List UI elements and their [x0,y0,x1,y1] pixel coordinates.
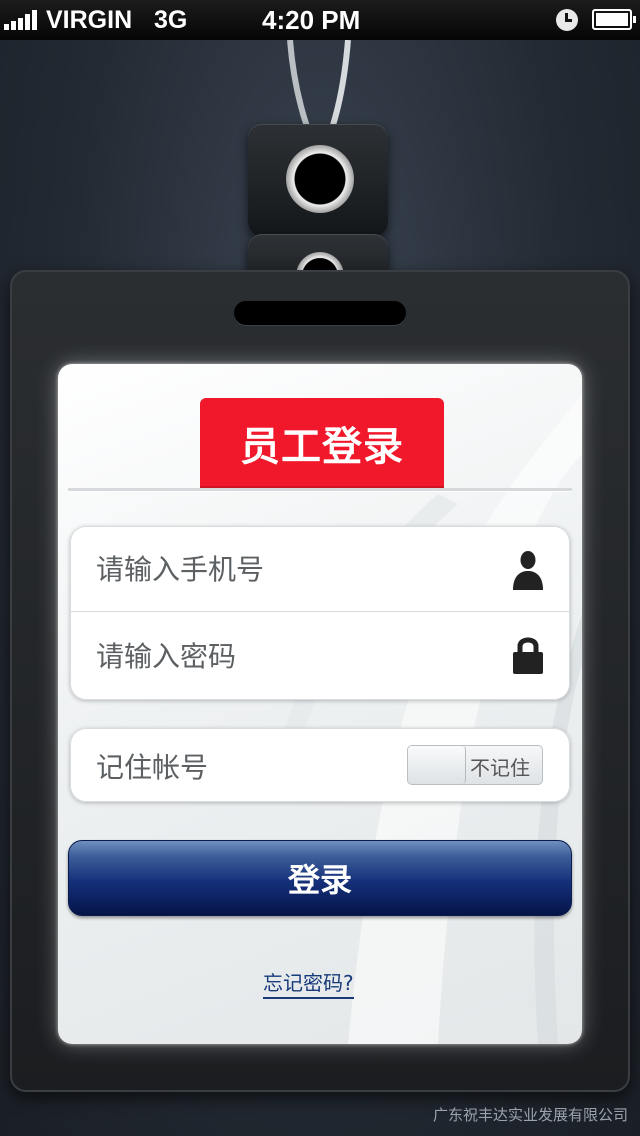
battery-icon [592,9,636,30]
phone-input[interactable] [96,544,496,594]
grommet-top [286,145,354,213]
login-button[interactable]: 登录 [68,840,572,916]
signal-strength-icon [4,10,42,30]
status-time: 4:20 PM [262,5,361,35]
status-bar: VIRGIN 3G 4:20 PM [0,0,640,40]
phone-row [70,526,570,612]
title-divider [68,488,572,491]
remember-account-row: 记住帐号 不记住 [70,728,570,802]
forgot-password-link[interactable]: 忘记密码? [263,967,354,999]
password-row [70,613,570,699]
alarm-clock-icon [556,9,578,31]
password-input[interactable] [96,631,496,681]
carrier-name: VIRGIN [46,6,133,34]
user-icon [513,551,543,590]
lock-icon [513,637,543,674]
page-title: 员工登录 [200,398,444,488]
login-card: 员工登录 记住帐号 不记住 登录 忘记密码? [58,364,582,1044]
remember-account-toggle[interactable]: 不记住 [407,745,543,785]
remember-account-label: 记住帐号 [96,751,209,784]
network-type: 3G [154,6,188,34]
company-name: 广东祝丰达实业发展有限公司 [432,1106,628,1124]
toggle-knob[interactable] [408,746,466,784]
credentials-group [70,526,570,700]
badge-slot [234,301,406,325]
toggle-state-text: 不记住 [470,756,530,780]
